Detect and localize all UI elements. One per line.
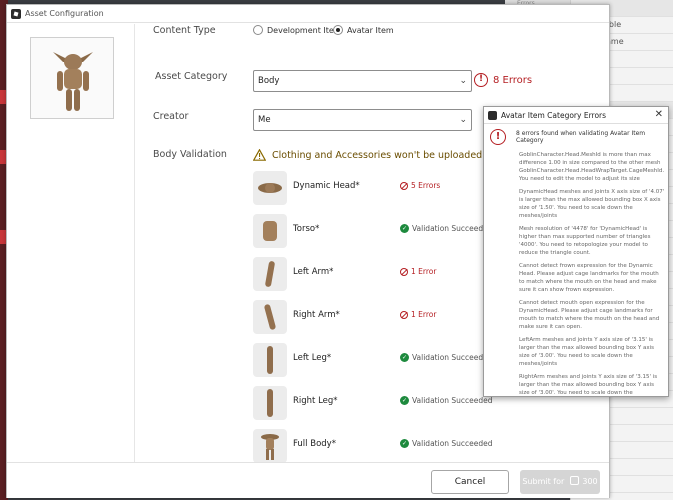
- error-message: RightArm meshes and joints Y axis size o…: [519, 374, 658, 396]
- body-part-status[interactable]: 5 Errors: [400, 181, 440, 190]
- body-part-status-text: Validation Succeeded: [412, 439, 493, 448]
- body-part-name: Right Leg*: [293, 396, 338, 406]
- chevron-down-icon: ⌄: [459, 76, 467, 86]
- body-part-thumbnail: [253, 343, 287, 377]
- dialog-title: Asset Configuration: [25, 9, 104, 18]
- error-message: GoblinCharacter.Head.MeshId is more than…: [519, 152, 665, 182]
- studio-logo-icon: [488, 110, 497, 120]
- submit-label: Submit for: [522, 477, 565, 486]
- warning-icon: [253, 149, 266, 161]
- body-part-name: Right Arm*: [293, 310, 340, 320]
- error-icon: !: [474, 73, 488, 87]
- body-part-row: Full Body* ✓ Validation Succeeded: [253, 429, 493, 463]
- body-part-thumbnail: [253, 300, 287, 334]
- body-part-status-text: Validation Succeeded: [412, 224, 493, 233]
- radio-label: Avatar Item: [347, 25, 394, 35]
- preview-pane: [7, 24, 135, 462]
- body-part-name: Full Body*: [293, 439, 336, 449]
- creator-value: Me: [258, 115, 271, 125]
- body-validation-label: Body Validation: [153, 149, 227, 160]
- close-icon[interactable]: ✕: [655, 109, 663, 120]
- warning-text: Clothing and Accessories won't be upload…: [272, 149, 519, 161]
- check-icon: ✓: [400, 224, 409, 233]
- body-part-status: ✓ Validation Succeeded: [400, 353, 493, 362]
- radio-circle-selected[interactable]: [333, 25, 343, 35]
- radio-circle[interactable]: [253, 25, 263, 35]
- popup-heading: ! 8 errors found when validating Avatar …: [490, 129, 666, 145]
- body-part-thumbnail: [253, 214, 287, 248]
- body-part-status[interactable]: 1 Error: [400, 267, 436, 276]
- body-part-row: Torso* ✓ Validation Succeeded: [253, 214, 493, 248]
- body-part-status[interactable]: 1 Error: [400, 310, 436, 319]
- clothing-warning: Clothing and Accessories won't be upload…: [253, 149, 519, 161]
- dialog-titlebar: Asset Configuration: [7, 5, 609, 23]
- radio-avatar-item[interactable]: Avatar Item: [333, 25, 394, 35]
- error-icon: [400, 181, 408, 190]
- submit-price: 300: [582, 477, 598, 486]
- body-part-status: ✓ Validation Succeeded: [400, 439, 493, 448]
- content-type-label: Content Type: [153, 25, 216, 36]
- asset-category-select[interactable]: Body ⌄: [253, 70, 472, 92]
- chevron-down-icon: ⌄: [459, 115, 467, 125]
- radio-development-item[interactable]: Development Item: [253, 25, 342, 35]
- body-part-status: ✓ Validation Succeeded: [400, 396, 493, 405]
- popup-titlebar: Avatar Item Category Errors ✕: [484, 107, 668, 124]
- body-part-row: Left Leg* ✓ Validation Succeeded: [253, 343, 493, 377]
- body-part-thumbnail: [253, 171, 287, 205]
- body-part-status: ✓ Validation Succeeded: [400, 224, 493, 233]
- error-icon: !: [490, 129, 506, 145]
- category-error-summary[interactable]: ! 8 Errors: [474, 73, 532, 87]
- body-part-name: Left Arm*: [293, 267, 334, 277]
- body-part-name: Left Leg*: [293, 353, 332, 363]
- body-part-status-text: Validation Succeeded: [412, 353, 493, 362]
- body-part-status-text: 1 Error: [411, 267, 437, 276]
- error-icon: [400, 267, 408, 276]
- dialog-footer: Cancel Submit for 300: [7, 462, 609, 498]
- error-message: Cannot detect frown expression for the D…: [519, 263, 659, 293]
- creator-select[interactable]: Me ⌄: [253, 109, 472, 131]
- body-part-status-text: Validation Succeeded: [412, 396, 493, 405]
- popup-message-list: GoblinCharacter.Head.MeshId is more than…: [519, 151, 665, 396]
- submit-button[interactable]: Submit for 300: [520, 470, 600, 494]
- body-part-status-text: 1 Error: [411, 310, 437, 319]
- body-part-status-text: 5 Errors: [411, 181, 441, 190]
- body-part-thumbnail: [253, 429, 287, 463]
- check-icon: ✓: [400, 396, 409, 405]
- body-part-row: Left Arm* 1 Error: [253, 257, 493, 291]
- body-part-name: Torso*: [293, 224, 320, 234]
- error-message: Cannot detect mouth open expression for …: [519, 300, 660, 330]
- goblin-preview-image: [30, 37, 114, 119]
- check-icon: ✓: [400, 439, 409, 448]
- asset-category-label: Asset Category: [155, 71, 228, 82]
- error-message: DynamicHead meshes and joints X axis siz…: [519, 189, 665, 219]
- category-errors-popup: Avatar Item Category Errors ✕ ! 8 errors…: [483, 106, 669, 397]
- error-count: 8 Errors: [493, 74, 533, 86]
- creator-label: Creator: [153, 111, 189, 122]
- robux-icon: [569, 476, 579, 485]
- popup-title: Avatar Item Category Errors: [501, 110, 607, 120]
- cancel-button[interactable]: Cancel: [431, 470, 509, 494]
- body-part-thumbnail: [253, 386, 287, 420]
- studio-logo-icon: [11, 8, 21, 19]
- body-part-row: Right Arm* 1 Error: [253, 300, 493, 334]
- body-part-thumbnail: [253, 257, 287, 291]
- body-part-name: Dynamic Head*: [293, 181, 360, 191]
- body-part-row: Dynamic Head* 5 Errors: [253, 171, 493, 205]
- popup-heading-text: 8 errors found when validating Avatar It…: [516, 130, 646, 144]
- asset-category-value: Body: [258, 76, 280, 86]
- error-message: LeftArm meshes and joints Y axis size of…: [519, 337, 655, 367]
- body-part-row: Right Leg* ✓ Validation Succeeded: [253, 386, 493, 420]
- error-message: Mesh resolution of '4478' for 'DynamicHe…: [519, 226, 651, 256]
- error-icon: [400, 310, 408, 319]
- check-icon: ✓: [400, 353, 409, 362]
- radio-label: Development Item: [267, 25, 342, 35]
